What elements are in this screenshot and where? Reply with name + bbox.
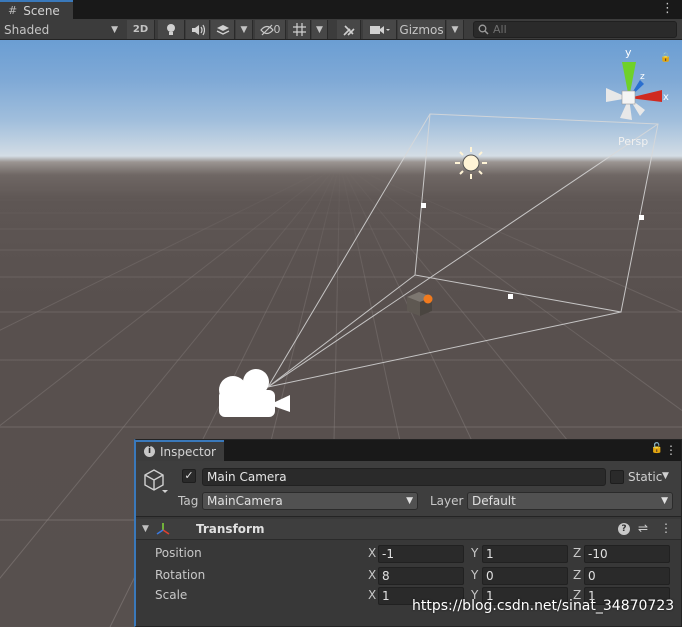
position-y-field[interactable] bbox=[482, 545, 568, 563]
static-label[interactable]: Static bbox=[628, 470, 662, 484]
grid-dropdown[interactable]: ▼ bbox=[312, 20, 328, 39]
rotation-label: Rotation bbox=[155, 568, 206, 582]
layers-icon bbox=[216, 24, 229, 35]
axis-z-label[interactable]: Z bbox=[573, 568, 581, 582]
chevron-down-icon: ▼ bbox=[111, 24, 118, 35]
chevron-down-icon: ▼ bbox=[451, 24, 459, 35]
object-name-field[interactable] bbox=[202, 468, 606, 486]
preset-icon[interactable]: ⇌ bbox=[638, 521, 648, 535]
chevron-down-icon: ▼ bbox=[240, 24, 248, 35]
position-row: Position X Y Z bbox=[136, 543, 681, 563]
chevron-down-icon: ▼ bbox=[661, 496, 668, 506]
rotation-y-field[interactable] bbox=[482, 567, 568, 585]
help-icon[interactable]: ? bbox=[618, 523, 630, 535]
chevron-down-icon: ▼ bbox=[316, 24, 323, 35]
axis-z-label: z bbox=[640, 72, 645, 82]
lock-icon[interactable]: 🔓 bbox=[651, 443, 663, 454]
position-label: Position bbox=[155, 546, 202, 560]
scene-toolbar: Shaded ▼ 2D ▼ 0 ▼ Gizmos ▼ bbox=[0, 19, 682, 40]
lightbulb-icon bbox=[167, 24, 175, 35]
frustum-handles[interactable] bbox=[421, 203, 644, 299]
foldout-arrow-icon[interactable]: ▼ bbox=[142, 524, 149, 534]
hidden-count: 0 bbox=[273, 23, 281, 36]
tag-value: MainCamera bbox=[207, 494, 283, 508]
toggle-2d-button[interactable]: 2D bbox=[127, 20, 155, 39]
tab-scene-label: Scene bbox=[23, 3, 60, 18]
layer-label: Layer bbox=[430, 494, 464, 508]
projection-label[interactable]: Persp bbox=[618, 135, 648, 148]
camera-gizmo-icon[interactable] bbox=[219, 369, 290, 417]
info-icon: i bbox=[144, 446, 155, 457]
gizmos-dropdown[interactable]: ▼ bbox=[447, 20, 464, 39]
gameobject-cube-icon[interactable] bbox=[142, 468, 168, 494]
effects-dropdown[interactable]: ▼ bbox=[236, 20, 253, 39]
tag-label: Tag bbox=[178, 494, 199, 508]
tab-scene[interactable]: # Scene bbox=[0, 0, 73, 19]
scene-visibility-button[interactable]: 0 bbox=[255, 20, 286, 39]
transform-component-header[interactable]: ▼ Transform ? ⇌ ⋮ bbox=[136, 519, 681, 540]
tab-inspector[interactable]: i Inspector bbox=[136, 440, 224, 461]
position-x-field[interactable] bbox=[378, 545, 464, 563]
axis-y-label[interactable]: Y bbox=[471, 546, 478, 560]
camera-icon bbox=[369, 25, 390, 34]
layer-dropdown[interactable]: Default ▼ bbox=[467, 492, 673, 510]
rotation-x-field[interactable] bbox=[378, 567, 464, 585]
audio-toggle-button[interactable] bbox=[186, 20, 210, 39]
search-field[interactable] bbox=[473, 21, 677, 38]
wrench-icon bbox=[342, 24, 355, 36]
search-icon bbox=[478, 24, 489, 35]
tools-button[interactable] bbox=[337, 20, 361, 39]
gizmos-button[interactable]: Gizmos bbox=[398, 20, 446, 39]
axis-y-label[interactable]: Y bbox=[471, 568, 478, 582]
speaker-icon bbox=[191, 24, 205, 35]
scale-label: Scale bbox=[155, 588, 188, 602]
component-menu-icon[interactable]: ⋮ bbox=[660, 521, 672, 535]
tab-bar: # Scene ⋮ bbox=[0, 0, 682, 19]
gizmo-lock-icon[interactable]: 🔒 bbox=[660, 53, 671, 63]
transform-axes-icon bbox=[156, 523, 170, 535]
axis-y-label: y bbox=[625, 46, 632, 59]
rotation-z-field[interactable] bbox=[584, 567, 670, 585]
scene-camera-button[interactable] bbox=[363, 20, 397, 39]
effects-toggle-button[interactable] bbox=[211, 20, 235, 39]
sun-icon[interactable] bbox=[455, 147, 487, 179]
axis-z-label[interactable]: Z bbox=[573, 546, 581, 560]
axis-x-label[interactable]: X bbox=[368, 588, 376, 602]
grid-icon bbox=[292, 23, 306, 36]
layer-value: Default bbox=[472, 494, 516, 508]
tag-dropdown[interactable]: MainCamera ▼ bbox=[202, 492, 418, 510]
chevron-down-icon: ▼ bbox=[406, 496, 413, 506]
transform-title: Transform bbox=[196, 522, 265, 536]
chevron-down-icon[interactable]: ▼ bbox=[662, 471, 669, 481]
inspector-tab-bar: i Inspector 🔓 ⋮ bbox=[136, 440, 681, 461]
inspector-menu-icon[interactable]: ⋮ bbox=[665, 443, 677, 457]
position-z-field[interactable] bbox=[584, 545, 670, 563]
axis-x-label: x bbox=[663, 92, 669, 103]
eye-hidden-icon bbox=[259, 24, 274, 35]
search-input[interactable] bbox=[493, 23, 663, 36]
axis-x-label[interactable]: X bbox=[368, 568, 376, 582]
axis-x-label[interactable]: X bbox=[368, 546, 376, 560]
scene-grid-icon: # bbox=[8, 4, 18, 17]
window-menu-icon[interactable]: ⋮ bbox=[661, 1, 674, 17]
grid-snap-button[interactable] bbox=[288, 20, 311, 39]
shading-mode-label: Shaded bbox=[4, 22, 50, 37]
watermark-text: https://blog.csdn.net/sinat_34870723 bbox=[412, 598, 675, 614]
static-checkbox[interactable] bbox=[610, 470, 624, 484]
lighting-toggle-button[interactable] bbox=[158, 20, 185, 39]
shading-mode-dropdown[interactable]: Shaded ▼ bbox=[0, 20, 122, 39]
rotation-row: Rotation X Y Z bbox=[136, 565, 681, 585]
active-checkbox[interactable]: ✓ bbox=[182, 469, 196, 483]
gameobject-header: ✓ Static ▼ Tag MainCamera ▼ Layer Defaul… bbox=[136, 461, 681, 517]
tab-inspector-label: Inspector bbox=[160, 444, 216, 459]
